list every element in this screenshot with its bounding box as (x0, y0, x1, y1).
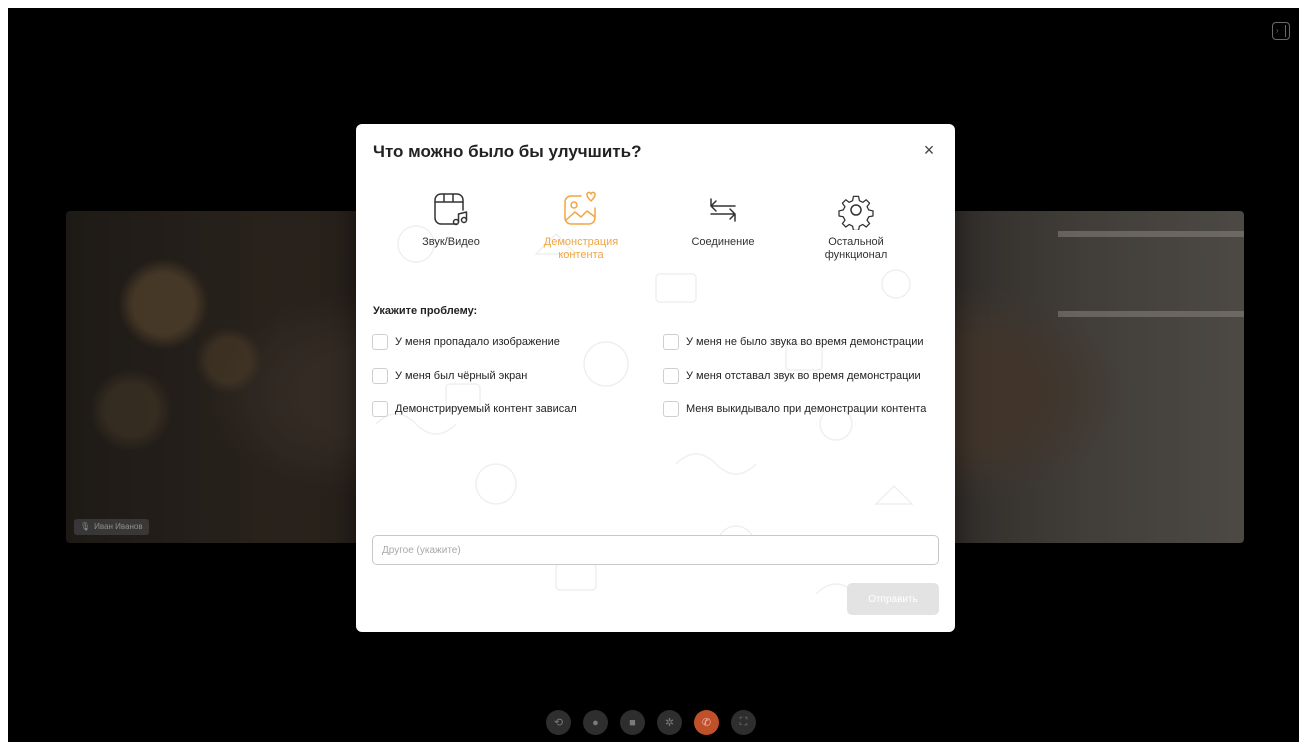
mic-icon: 🎙 (80, 522, 91, 531)
gear-icon: ✲ (664, 717, 675, 729)
checkbox[interactable] (663, 334, 679, 350)
tab-other-features-label: Остальной функционал (824, 236, 888, 261)
participant-name: Иван Иванов (94, 522, 143, 531)
chevron-right-icon: › (1276, 26, 1279, 35)
settings-gear-icon (838, 195, 874, 230)
dialog-title: Что можно было бы улучшить? (373, 142, 642, 161)
option-sound-lag[interactable]: У меня отставал звук во время демонстрац… (663, 368, 921, 384)
checkbox[interactable] (663, 401, 679, 417)
connection-icon (710, 198, 736, 222)
settings-button[interactable]: ✲ (657, 710, 682, 735)
feedback-dialog: Что можно было бы улучшить? × Звук/Видео (356, 124, 955, 632)
option-label: Меня выкидывало при демонстрации контент… (686, 403, 927, 415)
screen-share-icon (564, 191, 596, 225)
fullscreen-button[interactable]: ⛶ (731, 710, 756, 735)
submit-button[interactable]: Отправить (847, 583, 939, 615)
other-problem-input[interactable] (372, 535, 939, 565)
screen-share-control-icon: ⟲ (553, 717, 564, 729)
tab-audio-video-label: Звук/Видео (422, 236, 480, 248)
screen-share-control-button[interactable]: ⟲ (546, 710, 571, 735)
tab-connection-label: Соединение (691, 236, 755, 248)
checkbox[interactable] (372, 334, 388, 350)
option-kicked-out[interactable]: Меня выкидывало при демонстрации контент… (663, 401, 926, 417)
hang-up-button[interactable]: ✆ (694, 710, 719, 735)
participant-name-badge: 🎙 Иван Иванов (74, 519, 149, 535)
shelf-decor (1058, 231, 1244, 237)
option-no-sound[interactable]: У меня не было звука во время демонстрац… (663, 334, 924, 350)
option-label: У меня отставал звук во время демонстрац… (686, 370, 921, 382)
checkbox[interactable] (372, 368, 388, 384)
option-label: У меня пропадало изображение (395, 336, 560, 348)
camera-icon: ■ (629, 716, 636, 729)
tab-other-features[interactable]: Остальной функционал (801, 190, 911, 262)
camera-button[interactable]: ■ (620, 710, 645, 735)
option-label: У меня был чёрный экран (395, 370, 528, 382)
tab-connection[interactable]: Соединение (668, 190, 778, 249)
option-content-froze[interactable]: Демонстрируемый контент зависал (372, 401, 577, 417)
fullscreen-icon: ⛶ (739, 716, 748, 728)
close-icon[interactable]: × (921, 141, 937, 159)
call-controls: ⟲ ● ■ ✲ ✆ ⛶ (546, 710, 756, 735)
tab-screen-share[interactable]: Демонстрация контента (526, 190, 636, 262)
category-tabs: Звук/Видео Демонстрация контента Соедине… (396, 190, 936, 270)
microphone-button[interactable]: ● (583, 710, 608, 735)
option-label: У меня не было звука во время демонстрац… (686, 336, 924, 348)
checkbox[interactable] (372, 401, 388, 417)
phone-hangup-icon: ✆ (701, 717, 712, 729)
microphone-icon: ● (592, 716, 599, 729)
option-image-lost[interactable]: У меня пропадало изображение (372, 334, 560, 350)
audio-video-icon (434, 193, 468, 226)
option-black-screen[interactable]: У меня был чёрный экран (372, 368, 527, 384)
checkbox[interactable] (663, 368, 679, 384)
tab-screen-share-label: Демонстрация контента (543, 236, 619, 261)
tab-audio-video[interactable]: Звук/Видео (396, 190, 506, 249)
problem-heading: Укажите проблему: (373, 305, 478, 317)
toggle-sidebar-button[interactable]: › (1272, 22, 1290, 40)
shelf-decor (1058, 311, 1244, 317)
option-label: Демонстрируемый контент зависал (395, 403, 577, 415)
